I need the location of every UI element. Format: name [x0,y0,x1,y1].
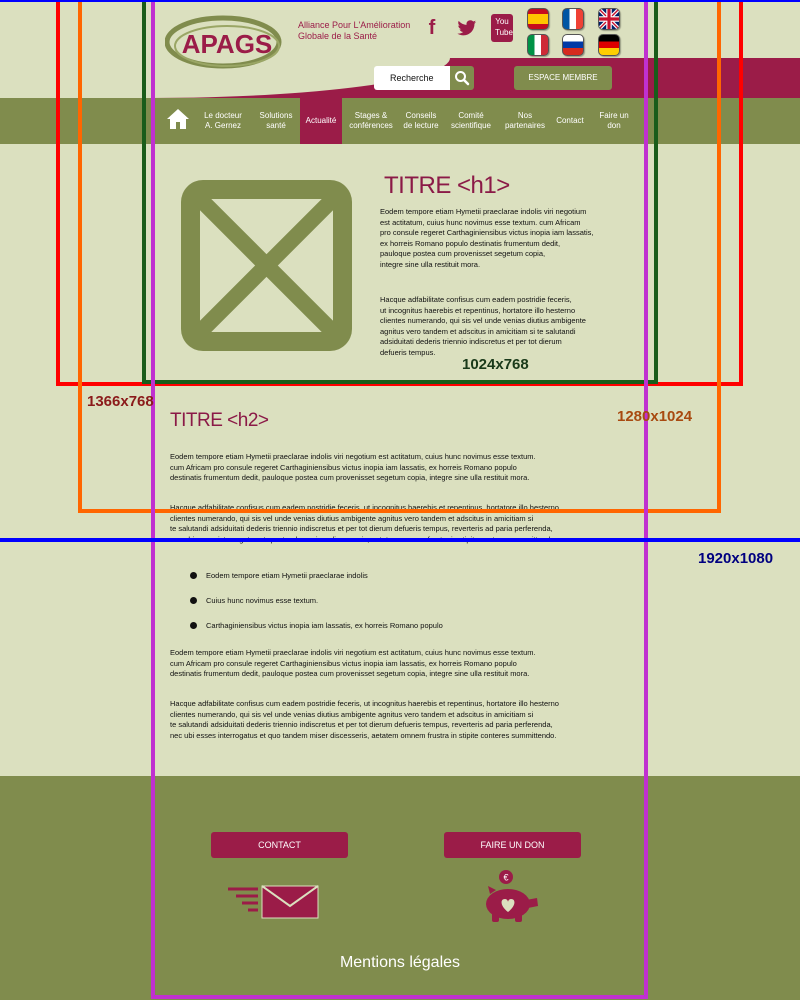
apags-logo[interactable]: APAGS [165,12,290,76]
coin-symbol: € [503,873,508,883]
list-item: Cuius hunc novimus esse textum. [190,596,318,605]
logo-text: APAGS [182,29,273,59]
nav-item-actualite[interactable]: Actualité [300,98,342,144]
label-1024x768: 1024x768 [462,356,529,373]
flag-italy-icon[interactable] [527,34,549,56]
paragraph-4: Hacque adfabilitate confisus cum eadem p… [170,503,559,544]
flag-uk-icon[interactable] [598,8,620,30]
nav-item-comite[interactable]: Comité scientifique [444,98,498,144]
nav-item-docteur[interactable]: Le docteur A. Gernez [196,98,250,144]
label-1280x1024: 1280x1024 [617,408,693,425]
donate-button[interactable]: FAIRE UN DON [444,832,581,858]
flag-spain-icon[interactable] [527,8,549,30]
list-item: Carthaginiensibus victus inopia iam lass… [190,621,443,630]
search-input[interactable]: Recherche [374,66,450,90]
mail-icon[interactable] [228,884,320,920]
heading-h1: TITRE <h1> [384,172,510,199]
nav-item-don[interactable]: Faire un don [592,98,636,144]
search-icon [455,71,470,86]
tagline: Alliance Pour L'Amélioration Globale de … [298,20,418,42]
tagline-line1: Alliance Pour L'Amélioration [298,20,411,30]
flag-france-icon[interactable] [562,8,584,30]
legal-mentions-link[interactable]: Mentions légales [0,954,800,972]
paragraph-6: Hacque adfabilitate confisus cum eadem p… [170,699,559,740]
label-1920x1080: 1920x1080 [698,550,774,567]
nav-item-stages[interactable]: Stages & conférences [344,98,398,144]
twitter-icon[interactable] [456,16,478,40]
nav-item-partenaires[interactable]: Nos partenaires [498,98,552,144]
list-item: Eodem tempore etiam Hymetii praeclarae i… [190,571,368,580]
heading-h2: TITRE <h2> [170,410,269,431]
paragraph-5: Eodem tempore etiam Hymetii praeclarae i… [170,648,536,678]
paragraph-2: Hacque adfabilitate confisus cum eadem p… [380,295,586,357]
youtube-icon[interactable]: You Tube [491,14,513,42]
flag-russia-icon[interactable] [562,34,584,56]
piggy-bank-icon[interactable]: € [482,868,542,924]
image-placeholder-icon [181,180,352,351]
paragraph-1: Eodem tempore etiam Hymetii praeclarae i… [380,207,594,269]
nav-item-conseils[interactable]: Conseils de lecture [398,98,444,144]
home-icon[interactable] [166,107,190,131]
label-1366x768: 1366x768 [87,393,154,410]
search-button[interactable] [450,66,474,90]
nav-item-solutions[interactable]: Solutions santé [252,98,300,144]
youtube-label: You Tube [495,17,513,37]
nav-item-contact[interactable]: Contact [552,98,588,144]
contact-button[interactable]: CONTACT [211,832,348,858]
member-space-button[interactable]: ESPACE MEMBRE [514,66,612,90]
tagline-line2: Globale de la Santé [298,31,378,41]
facebook-icon[interactable]: f [421,16,443,40]
flag-germany-icon[interactable] [598,34,620,56]
paragraph-3: Eodem tempore etiam Hymetii praeclarae i… [170,452,536,482]
